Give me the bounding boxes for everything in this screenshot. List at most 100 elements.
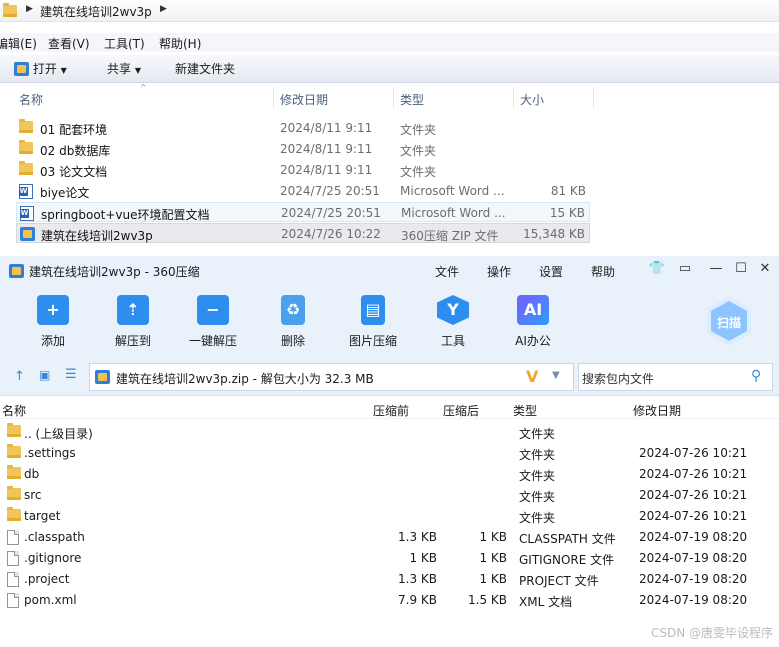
open-icon <box>14 62 29 76</box>
scan-button[interactable]: 扫描 <box>705 294 753 350</box>
col-date[interactable]: 修改日期 <box>280 91 328 108</box>
archive-path-box[interactable]: 建筑在线培训2wv3p.zip - 解包大小为 32.3 MB V ▼ <box>89 363 574 391</box>
one-click-extract-button[interactable]: − 一键解压 <box>181 292 245 352</box>
ai-icon: AI <box>517 295 549 325</box>
col-date[interactable]: 修改日期 <box>633 402 681 419</box>
extract-to-label: 解压到 <box>114 334 151 348</box>
chevron-right-icon[interactable]: ▶ <box>26 4 33 14</box>
col-size[interactable]: 大小 <box>520 91 544 108</box>
menu-view[interactable]: 查看(V) <box>48 35 90 52</box>
v-logo-icon[interactable]: V <box>526 367 538 386</box>
folder-icon <box>3 3 17 17</box>
file-name: biye论文 <box>40 186 90 200</box>
file-name: 01 配套环境 <box>40 123 108 137</box>
col-type[interactable]: 类型 <box>513 402 537 419</box>
entry-date: 2024-07-26 10:21 <box>639 467 748 481</box>
share-button[interactable]: 共享 ▼ <box>107 60 141 77</box>
menu-operate[interactable]: 操作 <box>487 263 511 280</box>
list-view-icon[interactable]: ☰ <box>65 367 77 382</box>
open-button[interactable]: 打开 ▼ <box>14 60 67 77</box>
search-box[interactable]: 搜索包内文件 ⚲ <box>578 363 773 391</box>
open-label: 打开 <box>32 62 57 76</box>
zip-toolbar: + 添加 ⇡ 解压到 − 一键解压 ♻ 删除 ▤ 图片压缩 Y 工具 AI AI… <box>0 286 779 358</box>
ai-office-button[interactable]: AI AI办公 <box>501 292 565 352</box>
file-date: 2024/8/11 9:11 <box>280 163 373 177</box>
file-date: 2024/7/25 20:51 <box>280 184 380 198</box>
col-uncompressed[interactable]: 压缩后 <box>443 402 479 419</box>
feedback-icon[interactable]: ▭ <box>675 261 695 281</box>
menu-tools[interactable]: 工具(T) <box>104 35 145 52</box>
chevron-right-icon[interactable]: ▶ <box>160 4 167 14</box>
zip-column-header: 名称 压缩前 压缩后 类型 修改日期 <box>0 399 779 419</box>
app-icon <box>9 264 24 278</box>
dropdown-icon[interactable]: ▼ <box>552 370 560 381</box>
thumbnail-view-icon[interactable]: ▣ <box>39 368 50 382</box>
entry-type: 文件夹 <box>519 469 556 483</box>
file-row[interactable]: 建筑在线培训2wv3p 2024/7/26 10:22 360压缩 ZIP 文件 15… <box>16 223 590 243</box>
col-name[interactable]: 名称 <box>19 91 43 108</box>
explorer-window: ▶ 建筑在线培训2wv3p ▶ 编辑(E) 查看(V) 工具(T) 帮助(H) … <box>0 0 779 256</box>
minimize-button[interactable]: — <box>706 261 726 281</box>
col-compressed[interactable]: 压缩前 <box>373 402 409 419</box>
maximize-button[interactable]: ☐ <box>731 261 751 281</box>
new-folder-button[interactable]: 新建文件夹 <box>175 60 235 77</box>
entry-uncompressed-size: 1 KB <box>479 530 507 544</box>
entry-type: 文件夹 <box>519 511 556 525</box>
file-row[interactable]: 02 db数据库 2024/8/11 9:11 文件夹 <box>16 139 590 159</box>
file-row[interactable]: 01 配套环境 2024/8/11 9:11 文件夹 <box>16 118 590 138</box>
explorer-toolbar: 打开 ▼ 共享 ▼ 新建文件夹 <box>0 55 779 83</box>
delete-button[interactable]: ♻ 删除 <box>261 292 325 352</box>
archive-row[interactable]: db 文件夹 2024-07-26 10:21 <box>0 464 779 485</box>
entry-date: 2024-07-19 08:20 <box>639 593 748 607</box>
scan-label: 扫描 <box>716 316 741 330</box>
file-row[interactable]: biye论文 2024/7/25 20:51 Microsoft Word ... 8… <box>16 181 590 201</box>
search-input[interactable]: 搜索包内文件 <box>582 370 654 387</box>
file-icon <box>7 530 19 545</box>
address-bar[interactable]: ▶ 建筑在线培训2wv3p ▶ <box>0 0 779 22</box>
ai-office-label: AI办公 <box>515 334 551 348</box>
entry-name: .project <box>24 572 70 586</box>
watermark: CSDN @唐雯毕设程序 <box>650 626 773 640</box>
image-compress-button[interactable]: ▤ 图片压缩 <box>341 292 405 352</box>
archive-row[interactable]: .settings 文件夹 2024-07-26 10:21 <box>0 443 779 464</box>
add-button[interactable]: + 添加 <box>21 292 85 352</box>
entry-compressed-size: 1.3 KB <box>398 572 437 586</box>
skin-icon[interactable]: 👕 <box>647 261 667 281</box>
entry-date: 2024-07-26 10:21 <box>639 446 748 460</box>
menu-help[interactable]: 帮助(H) <box>159 35 201 52</box>
folder-icon <box>19 140 33 154</box>
menu-file[interactable]: 文件 <box>435 263 459 280</box>
extract-to-button[interactable]: ⇡ 解压到 <box>101 292 165 352</box>
archive-row[interactable]: pom.xml 7.9 KB 1.5 KB XML 文档 2024-07-19 08:2… <box>0 590 779 611</box>
col-name[interactable]: 名称 <box>2 402 26 419</box>
entry-compressed-size: 1.3 KB <box>398 530 437 544</box>
archive-row[interactable]: target 文件夹 2024-07-26 10:21 <box>0 506 779 527</box>
archive-row[interactable]: .classpath 1.3 KB 1 KB CLASSPATH 文件 2024-07-… <box>0 527 779 548</box>
image-compress-icon: ▤ <box>361 295 385 325</box>
share-label: 共享 <box>107 62 132 76</box>
entry-uncompressed-size: 1 KB <box>479 572 507 586</box>
entry-compressed-size: 7.9 KB <box>398 593 437 607</box>
tools-button[interactable]: Y 工具 <box>421 292 485 352</box>
breadcrumb[interactable]: 建筑在线培训2wv3p <box>40 3 152 20</box>
entry-name: .classpath <box>24 530 85 544</box>
menu-settings[interactable]: 设置 <box>539 263 563 280</box>
menu-edit[interactable]: 编辑(E) <box>0 35 37 52</box>
file-size: 15,348 KB <box>523 227 585 241</box>
archive-row[interactable]: src 文件夹 2024-07-26 10:21 <box>0 485 779 506</box>
col-type[interactable]: 类型 <box>400 91 424 108</box>
archive-row[interactable]: .. (上级目录) 文件夹 <box>0 422 779 443</box>
search-icon[interactable]: ⚲ <box>751 368 761 384</box>
file-row[interactable]: 03 论文文档 2024/8/11 9:11 文件夹 <box>16 160 590 180</box>
entry-date: 2024-07-19 08:20 <box>639 530 748 544</box>
menu-help[interactable]: 帮助 <box>591 263 615 280</box>
up-arrow-icon[interactable]: ↑ <box>14 369 25 384</box>
tools-icon: Y <box>437 295 469 325</box>
archive-row[interactable]: .gitignore 1 KB 1 KB GITIGNORE 文件 2024-07-19… <box>0 548 779 569</box>
file-row[interactable]: springboot+vue环境配置文档 2024/7/25 20:51 Micro… <box>16 202 590 222</box>
file-name: 03 论文文档 <box>40 165 108 179</box>
archive-row[interactable]: .project 1.3 KB 1 KB PROJECT 文件 2024-07-19 0… <box>0 569 779 590</box>
file-size: 15 KB <box>549 206 585 220</box>
file-icon <box>7 572 19 587</box>
close-button[interactable]: ✕ <box>755 261 775 281</box>
